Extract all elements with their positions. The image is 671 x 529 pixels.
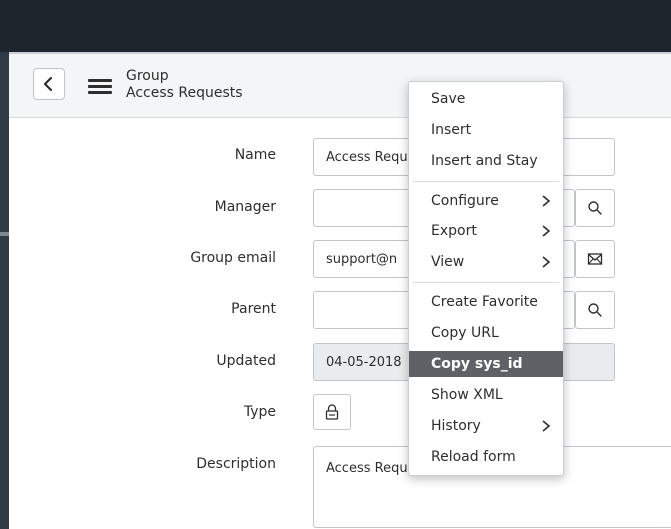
form-context-menu: Save Insert Insert and Stay Configure Ex… xyxy=(408,81,564,476)
hamburger-icon[interactable] xyxy=(88,79,112,94)
form-header: Group Access Requests xyxy=(9,52,671,118)
top-navigation-bar xyxy=(0,0,671,52)
menu-separator xyxy=(413,282,559,283)
page-title-table: Group xyxy=(126,68,169,84)
menu-item-insert-and-stay[interactable]: Insert and Stay xyxy=(409,148,563,174)
menu-item-save[interactable]: Save xyxy=(409,86,563,112)
search-icon xyxy=(588,303,602,317)
page-title-record: Access Requests xyxy=(126,85,243,101)
type-label: Type xyxy=(243,404,276,420)
chevron-right-icon xyxy=(542,256,551,268)
menu-item-insert[interactable]: Insert xyxy=(409,117,563,143)
chevron-left-icon xyxy=(43,76,53,92)
chevron-right-icon xyxy=(542,225,551,237)
manager-label: Manager xyxy=(214,199,276,215)
updated-label: Updated xyxy=(216,353,276,369)
menu-item-copy-sys-id[interactable]: Copy sys_id xyxy=(409,351,563,377)
menu-item-copy-url[interactable]: Copy URL xyxy=(409,320,563,346)
chevron-right-icon xyxy=(542,195,551,207)
menu-item-configure[interactable]: Configure xyxy=(409,188,563,214)
menu-item-export[interactable]: Export xyxy=(409,218,563,244)
menu-item-view[interactable]: View xyxy=(409,249,563,275)
menu-item-reload-form[interactable]: Reload form xyxy=(409,444,563,470)
menu-item-show-xml[interactable]: Show XML xyxy=(409,382,563,408)
search-icon xyxy=(588,201,602,215)
description-label: Description xyxy=(196,456,276,472)
menu-item-create-favorite[interactable]: Create Favorite xyxy=(409,289,563,315)
parent-label: Parent xyxy=(231,301,276,317)
lock-icon xyxy=(325,404,339,420)
group-email-label: Group email xyxy=(190,250,276,266)
back-button[interactable] xyxy=(33,68,65,100)
send-email-button[interactable] xyxy=(575,240,615,278)
menu-separator xyxy=(413,181,559,182)
manager-lookup-button[interactable] xyxy=(575,189,615,227)
menu-item-history[interactable]: History xyxy=(409,413,563,439)
page-title: Group Access Requests xyxy=(126,68,243,102)
type-unlock-button[interactable] xyxy=(313,394,351,430)
name-label: Name xyxy=(234,147,276,163)
chevron-right-icon xyxy=(542,420,551,432)
parent-lookup-button[interactable] xyxy=(575,291,615,329)
left-nav-strip xyxy=(0,52,9,529)
left-nav-collapse-handle[interactable] xyxy=(0,232,9,236)
envelope-icon xyxy=(587,253,603,265)
